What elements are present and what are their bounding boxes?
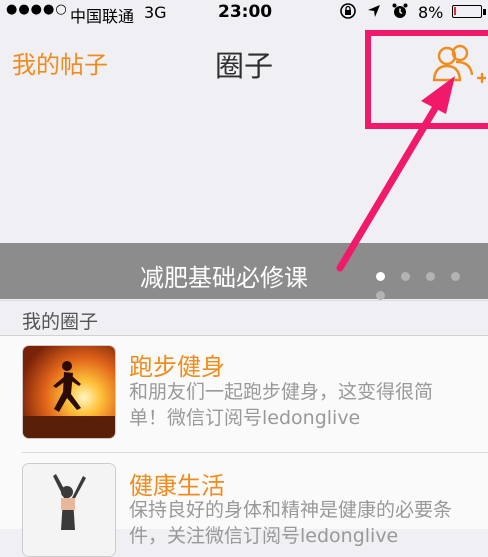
alarm-icon [392, 3, 408, 18]
status-bar: ●●●●○ 中国联通 3G 23:00 8% [0, 0, 488, 26]
annotation-highlight-box [365, 30, 488, 129]
carrier-name: 中国联通 [70, 7, 135, 26]
row-divider [22, 452, 488, 453]
healthy-living-thumbnail[interactable] [22, 463, 116, 557]
signal-strength: ●●●●○ [6, 2, 68, 17]
battery-level-fill [454, 7, 456, 15]
battery-percent: 8% [418, 3, 444, 22]
page-dot-active [376, 272, 385, 281]
running-circle-thumbnail[interactable] [22, 345, 116, 439]
banner-page-indicator [376, 266, 488, 304]
network-type: 3G [144, 3, 167, 22]
lock-rotation-icon [340, 3, 356, 19]
battery-tip [483, 9, 486, 15]
battery-icon [452, 5, 482, 18]
page-dot [451, 272, 460, 281]
circle-description: 和朋友们一起跑步健身，这变得很简单！微信订阅号ledonglive [129, 381, 434, 429]
location-arrow-icon [368, 5, 381, 17]
runner-image [23, 346, 115, 438]
page-dot [376, 291, 385, 300]
yoga-image [23, 464, 115, 556]
clock: 23:00 [218, 2, 273, 22]
page-dot [401, 272, 410, 281]
circle-title[interactable]: 跑步健身 [129, 347, 225, 382]
page-dot [426, 272, 435, 281]
circle-description: 保持良好的身体和精神是健康的必要条件，关注微信订阅号ledonglive [129, 499, 453, 547]
section-title: 我的圈子 [22, 311, 99, 333]
circle-title[interactable]: 健康生活 [129, 466, 225, 501]
status-icons [339, 2, 409, 21]
